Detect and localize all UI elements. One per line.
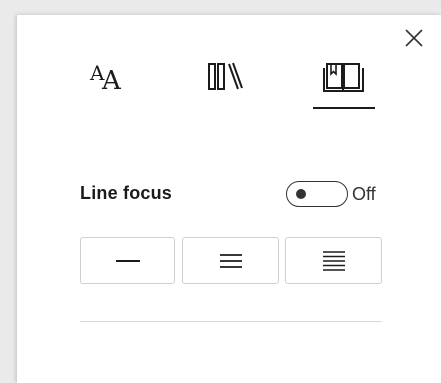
tab-reading-preferences[interactable] [313, 52, 375, 100]
close-icon [405, 29, 423, 47]
three-lines-icon [219, 253, 242, 268]
section-divider [80, 321, 382, 322]
line-focus-toggle[interactable] [286, 181, 348, 207]
five-lines-icon [322, 250, 345, 271]
selected-tab-indicator [313, 107, 375, 109]
tab-grammar-options[interactable] [196, 52, 256, 100]
tab-text-preferences[interactable]: A A [80, 52, 140, 100]
line-focus-one-line-button[interactable] [80, 237, 175, 284]
toggle-state-label: Off [352, 184, 376, 204]
toggle-knob [296, 189, 306, 199]
line-focus-five-lines-button[interactable] [285, 237, 382, 284]
one-line-icon [115, 259, 140, 262]
close-button[interactable] [402, 26, 426, 50]
svg-text:A: A [101, 66, 122, 96]
line-focus-label: Line focus [80, 183, 173, 203]
open-book-icon [323, 63, 364, 92]
text-size-icon: A A [89, 61, 122, 96]
line-focus-three-lines-button[interactable] [182, 237, 279, 284]
library-books-icon [208, 62, 243, 90]
